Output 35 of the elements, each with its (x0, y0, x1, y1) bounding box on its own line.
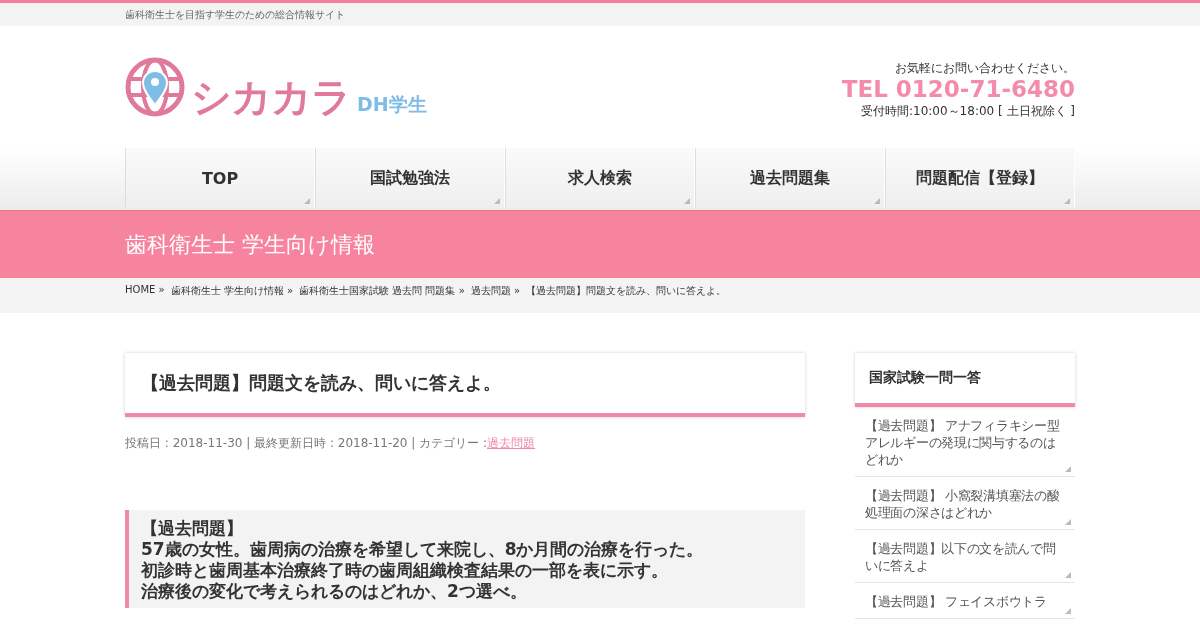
nav-item[interactable]: 国試勉強法 (315, 148, 505, 208)
banner-title: 歯科衛生士 学生向け情報 (125, 230, 376, 259)
business-hours: 受付時間:10:00～18:00 [ 土日祝除く ] (861, 102, 1075, 120)
logo-name: シカカラ (191, 77, 351, 117)
corner-triangle-icon (1065, 608, 1071, 614)
nav-item[interactable]: 問題配信【登録】 (885, 148, 1075, 208)
breadcrumb-link[interactable]: HOME » (125, 284, 165, 298)
phone-number: TEL 0120-71-6480 (841, 77, 1075, 103)
contact-note: お気軽にお問い合わせください。 (895, 60, 1075, 78)
nav-item[interactable]: 求人検索 (505, 148, 695, 208)
nav-item[interactable]: TOP (125, 148, 315, 208)
breadcrumb-link[interactable]: 【過去問題】問題文を読み、問いに答えよ。 (526, 284, 727, 298)
sidebar-link[interactable]: 【過去問題】以下の文を読んで問いに答えよ (855, 530, 1075, 583)
corner-triangle-icon (494, 198, 500, 204)
logo-subtitle: DH学生 (357, 95, 427, 114)
sidebar-link[interactable]: 【過去問題】 アナフィラキシー型アレルギーの発現に関与するのはどれか (855, 407, 1075, 477)
corner-triangle-icon (1065, 572, 1071, 578)
globe-pin-icon (125, 57, 185, 117)
question-text: 【過去問題】 57歳の女性。歯周病の治療を希望して来院し、8か月間の治療を行った。 初診時と歯周基本治療終了時の歯周組織検査結果の一部を表に示す。 治療後の変化で考えられるのはどれか、2つ選べ。 (141, 518, 705, 602)
breadcrumb-link[interactable]: 歯科衛生士国家試験 過去問 問題集 » (299, 284, 465, 298)
article-title: 【過去問題】問題文を読み、問いに答えよ。 (141, 371, 502, 395)
corner-triangle-icon (1065, 466, 1071, 472)
nav-item[interactable]: 過去問題集 (695, 148, 885, 208)
corner-triangle-icon (684, 198, 690, 204)
corner-triangle-icon (1064, 198, 1070, 204)
site-tagline: 歯科衛生士を目指す学生のための総合情報サイト (125, 8, 345, 22)
breadcrumb-link[interactable]: 歯科衛生士 学生向け情報 » (170, 284, 294, 298)
post-meta: 投稿日 : 2018-11-30 | 最終更新日時 : 2018-11-20 | カテゴリー : (125, 435, 488, 452)
corner-triangle-icon (1065, 519, 1071, 525)
sidebar-link[interactable]: 【過去問題】 小窩裂溝填塞法の酸処理面の深さはどれか (855, 477, 1075, 530)
sidebar-link[interactable]: 【過去問題】 フェイスボウトラ (855, 583, 1075, 619)
sidebar-title: 国家試験一問一答 (869, 369, 982, 387)
corner-triangle-icon (874, 198, 880, 204)
breadcrumb-link[interactable]: 過去問題 » (470, 284, 521, 298)
corner-triangle-icon (304, 198, 310, 204)
